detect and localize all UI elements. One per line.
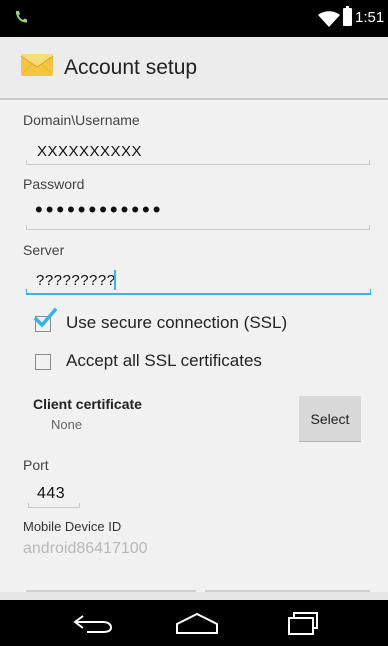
status-time: 1:51 <box>355 9 385 26</box>
check-icon <box>33 307 57 328</box>
back-icon[interactable] <box>73 612 115 634</box>
password-label: Password <box>23 176 85 192</box>
recent-apps-icon[interactable] <box>287 610 319 636</box>
accept-all-ssl-checkbox[interactable] <box>35 354 51 370</box>
server-input[interactable]: ????????? <box>36 272 116 289</box>
domain-username-underline <box>26 160 370 165</box>
text-cursor <box>114 270 116 290</box>
action-bar: Account setup <box>0 37 388 100</box>
home-icon[interactable] <box>175 612 219 634</box>
password-underline <box>26 225 370 230</box>
wifi-icon <box>318 11 340 27</box>
mobile-device-id-label: Mobile Device ID <box>23 519 122 534</box>
phone-icon <box>15 11 27 23</box>
navigation-bar <box>0 600 388 646</box>
bottom-button-bar <box>0 592 388 600</box>
password-input[interactable]: •••••••••••• <box>35 199 163 221</box>
mobile-device-id-value: android86417100 <box>23 540 148 557</box>
client-certificate-value: None <box>51 417 83 432</box>
accept-all-ssl-label[interactable]: Accept all SSL certificates <box>66 351 262 371</box>
port-label: Port <box>23 457 49 473</box>
select-certificate-button[interactable]: Select <box>299 396 361 442</box>
screen: 1:51 Account setup Domain\Username XXXXX… <box>0 0 388 646</box>
use-ssl-label[interactable]: Use secure connection (SSL) <box>66 313 287 333</box>
client-certificate-label: Client certificate <box>33 396 142 412</box>
previous-button-edge[interactable] <box>26 590 196 592</box>
server-label: Server <box>23 242 65 258</box>
email-app-icon[interactable] <box>20 51 54 77</box>
next-button-edge[interactable] <box>205 590 370 592</box>
server-underline <box>26 289 371 295</box>
battery-icon <box>343 6 352 26</box>
port-underline <box>28 503 80 508</box>
page-title: Account setup <box>64 56 198 79</box>
status-bar: 1:51 <box>0 0 388 37</box>
domain-username-input[interactable]: XXXXXXXXXX <box>37 143 142 160</box>
port-input[interactable]: 443 <box>37 485 65 503</box>
domain-username-label: Domain\Username <box>23 112 140 128</box>
